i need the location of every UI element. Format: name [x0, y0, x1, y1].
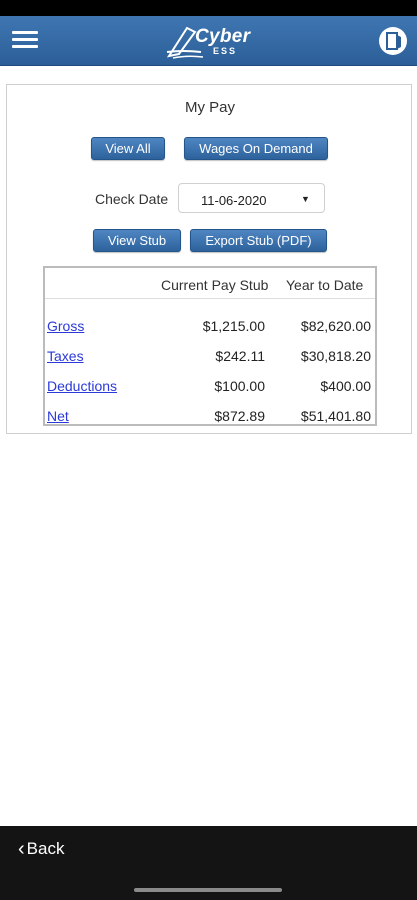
check-date-select[interactable]: 11-06-2020 ▼ — [178, 183, 325, 213]
view-stub-button[interactable]: View Stub — [93, 229, 181, 252]
pay-summary-table: Current Pay Stub Year to Date Gross $1,2… — [43, 266, 377, 426]
header-divider — [45, 298, 375, 299]
logout-door-icon[interactable] — [378, 26, 408, 56]
wages-on-demand-button[interactable]: Wages On Demand — [184, 137, 328, 160]
cyber-ess-logo: Cyber ESS — [165, 22, 257, 60]
gross-ytd-value: $82,620.00 — [300, 318, 371, 334]
net-link[interactable]: Net — [47, 408, 69, 424]
check-date-label: Check Date — [95, 191, 169, 207]
net-current-value: $872.89 — [214, 408, 265, 424]
deductions-current-value: $100.00 — [214, 378, 265, 394]
net-ytd-value: $51,401.80 — [300, 408, 371, 424]
back-label: Back — [26, 839, 65, 858]
dropdown-arrow-icon: ▼ — [301, 194, 310, 204]
back-button[interactable]: ‹ Back — [18, 838, 64, 861]
home-indicator[interactable] — [134, 888, 282, 892]
deductions-ytd-value: $400.00 — [320, 378, 371, 394]
check-date-value: 11-06-2020 — [201, 193, 267, 208]
logo-text: Cyber — [195, 26, 251, 47]
bottom-navigation-bar: ‹ Back — [0, 826, 417, 900]
chevron-left-icon: ‹ — [18, 838, 25, 860]
hamburger-menu-icon[interactable] — [12, 29, 38, 51]
my-pay-panel: My Pay View All Wages On Demand Check Da… — [6, 84, 412, 434]
deductions-link[interactable]: Deductions — [47, 378, 117, 394]
taxes-link[interactable]: Taxes — [47, 348, 84, 364]
page-title: My Pay — [184, 99, 235, 116]
taxes-ytd-value: $30,818.20 — [300, 348, 371, 364]
column-header-year-to-date: Year to Date — [286, 277, 364, 293]
column-header-current-pay-stub: Current Pay Stub — [161, 277, 269, 293]
app-header: Cyber ESS — [0, 16, 417, 66]
logo-subtext: ESS — [213, 46, 238, 56]
status-bar — [0, 0, 417, 16]
taxes-current-value: $242.11 — [215, 348, 265, 364]
gross-current-value: $1,215.00 — [202, 318, 265, 334]
gross-link[interactable]: Gross — [47, 318, 84, 334]
view-all-button[interactable]: View All — [91, 137, 165, 160]
export-stub-pdf-button[interactable]: Export Stub (PDF) — [190, 229, 327, 252]
